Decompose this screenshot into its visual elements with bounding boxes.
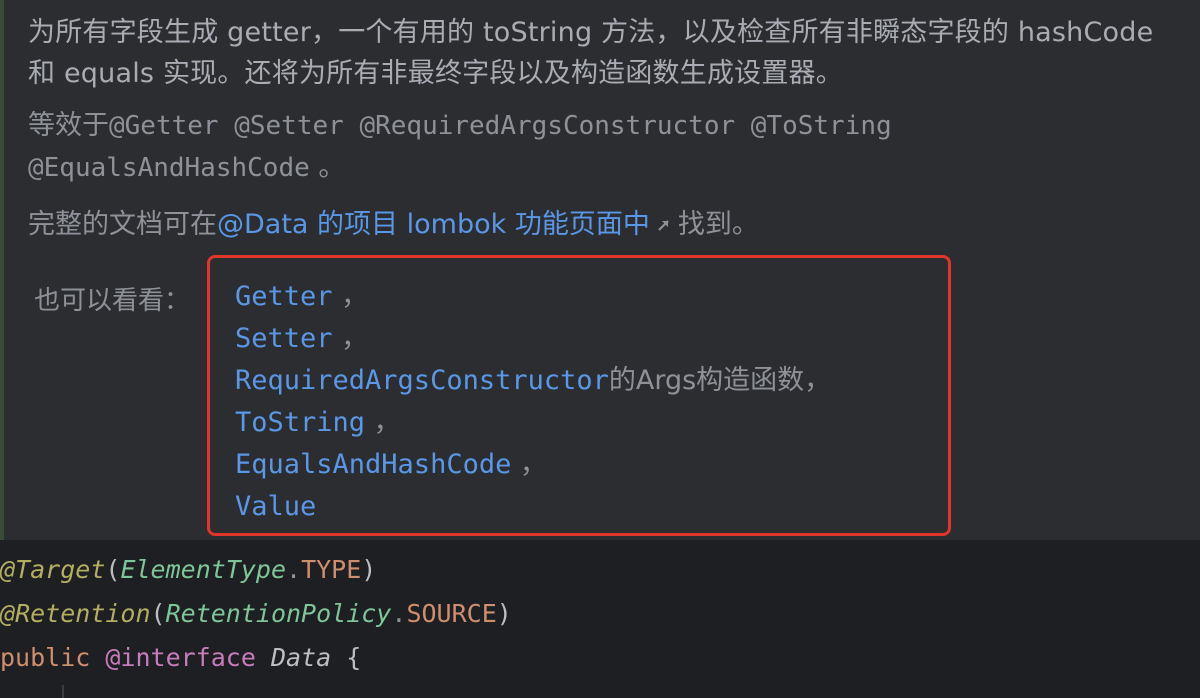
retention-policy-constant[interactable]: SOURCE bbox=[406, 599, 496, 628]
see-also-suffix: ， bbox=[511, 449, 547, 480]
keyword-public: public bbox=[0, 643, 91, 672]
brace-open: { bbox=[346, 643, 362, 672]
doc-left-accent-bar bbox=[0, 0, 4, 540]
see-also-item-value: Value bbox=[235, 486, 831, 528]
annotation-retention[interactable]: Retention bbox=[15, 599, 150, 628]
code-editor[interactable]: @Target(ElementType.TYPE) @Retention(Ret… bbox=[0, 540, 1200, 698]
element-type-constant[interactable]: TYPE bbox=[301, 555, 361, 584]
dot: . bbox=[286, 555, 302, 584]
see-also-item-getter: Getter ， bbox=[235, 276, 831, 318]
annotation-at: @ bbox=[0, 599, 16, 628]
documentation-popup: 为所有字段生成 getter，一个有用的 toString 方法，以及检查所有非… bbox=[0, 0, 1200, 540]
doc-equivalent-code: @Getter @Setter @RequiredArgsConstructor… bbox=[28, 111, 892, 183]
see-also-item-tostring: ToString ， bbox=[235, 402, 831, 444]
see-also-link-value[interactable]: Value bbox=[235, 491, 316, 522]
doc-full-documentation: 完整的文档可在@Data 的项目 lombok 功能页面中 找到。 bbox=[28, 205, 1188, 245]
see-also-link-setter[interactable]: Setter bbox=[235, 323, 333, 354]
element-type-class[interactable]: ElementType bbox=[120, 555, 286, 584]
see-also-suffix: ， bbox=[365, 407, 401, 438]
see-also-item-required-args-constructor: RequiredArgsConstructor的Args构造函数， bbox=[235, 360, 831, 402]
see-also-link-equals-and-hashcode[interactable]: EqualsAndHashCode bbox=[235, 449, 511, 480]
see-also-item-setter: Setter ， bbox=[235, 318, 831, 360]
fulldoc-suffix: 找到。 bbox=[677, 209, 759, 240]
lombok-feature-page-link[interactable]: @Data 的项目 lombok 功能页面中 bbox=[217, 209, 650, 240]
code-line-target-annotation[interactable]: @Target(ElementType.TYPE) bbox=[0, 548, 376, 592]
doc-equivalent: 等效于@Getter @Setter @RequiredArgsConstruc… bbox=[28, 105, 1188, 189]
dot: . bbox=[391, 599, 407, 628]
annotation-target[interactable]: Target bbox=[15, 555, 105, 584]
retention-policy-class[interactable]: RetentionPolicy bbox=[166, 599, 392, 628]
see-also-list: Getter ， Setter ， RequiredArgsConstructo… bbox=[235, 276, 831, 528]
paren-open: ( bbox=[150, 599, 166, 628]
see-also-suffix: 的Args构造函数， bbox=[608, 365, 832, 396]
annotation-at: @ bbox=[0, 555, 16, 584]
keyword-interface: @interface bbox=[105, 643, 256, 672]
doc-equivalent-suffix: 。 bbox=[309, 152, 346, 183]
see-also-link-tostring[interactable]: ToString bbox=[235, 407, 365, 438]
external-link-arrow-icon bbox=[658, 220, 669, 231]
paren-close: ) bbox=[496, 599, 512, 628]
see-also-suffix: ， bbox=[332, 281, 369, 312]
indent-guide bbox=[62, 685, 64, 698]
paren-close: ) bbox=[361, 555, 377, 584]
code-line-retention-annotation[interactable]: @Retention(RetentionPolicy.SOURCE) bbox=[0, 592, 512, 636]
see-also-item-equals-and-hashcode: EqualsAndHashCode ， bbox=[235, 444, 831, 486]
code-line-interface-declaration[interactable]: public @interface Data { bbox=[0, 636, 361, 680]
see-also-link-getter[interactable]: Getter bbox=[235, 281, 333, 312]
fulldoc-prefix: 完整的文档可在 bbox=[28, 209, 217, 240]
see-also-suffix: ， bbox=[332, 323, 369, 354]
see-also-link-required-args-constructor[interactable]: RequiredArgsConstructor bbox=[235, 365, 609, 396]
see-also-label: 也可以看看： bbox=[34, 286, 191, 316]
doc-equivalent-prefix: 等效于 bbox=[28, 110, 109, 141]
doc-description: 为所有字段生成 getter，一个有用的 toString 方法，以及检查所有非… bbox=[28, 17, 1154, 89]
doc-content: 为所有字段生成 getter，一个有用的 toString 方法，以及检查所有非… bbox=[28, 12, 1188, 245]
interface-name[interactable]: Data bbox=[271, 643, 331, 672]
paren-open: ( bbox=[105, 555, 121, 584]
